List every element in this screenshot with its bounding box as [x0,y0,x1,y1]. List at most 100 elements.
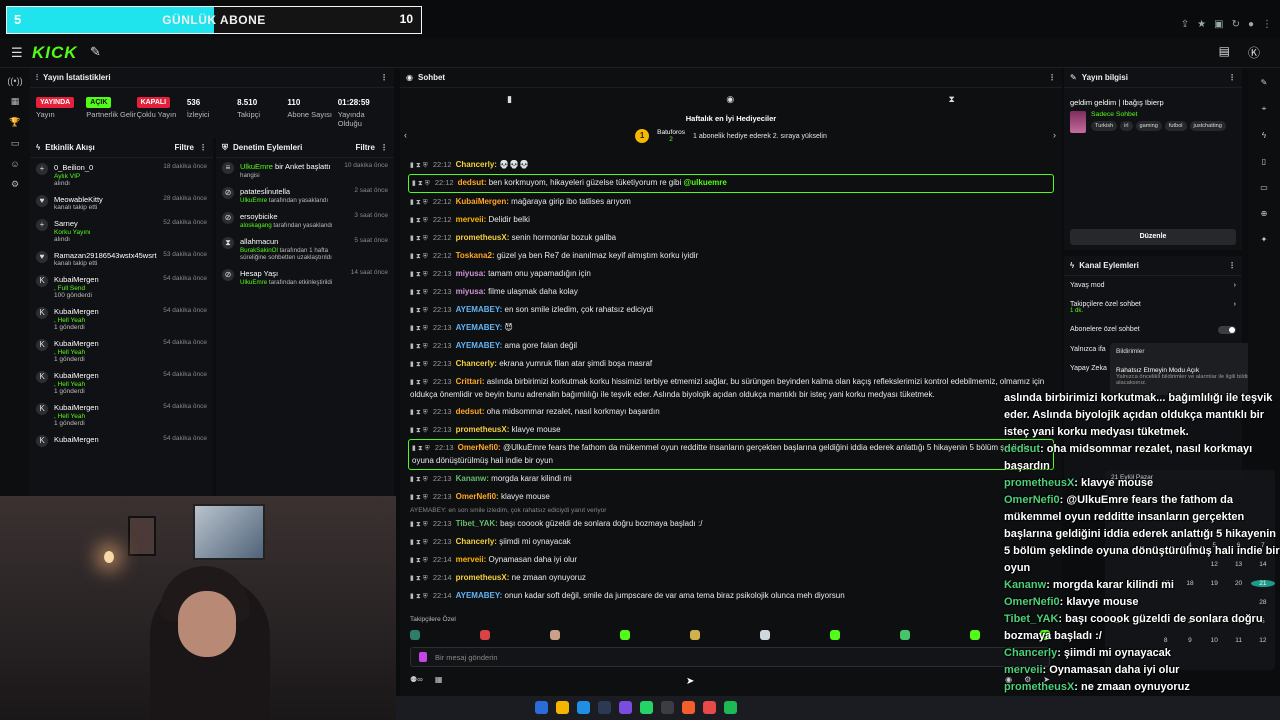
message-mod-icons[interactable]: ▮⧗⛨ [410,361,430,368]
chat-message[interactable]: ▮⧗⛨ 22:13 Tibet_YAK: başı cooook güzeldi d… [400,515,1062,533]
activity-user[interactable]: KubaiMergen [54,435,157,444]
chat-message[interactable]: ▮⧗⛨ 22:13 AYEMABEY: en son smile izledim, … [400,301,1062,319]
chat-bubble-icon[interactable]: ▭ [0,138,30,149]
message-mod-icons[interactable]: ▮⧗⛨ [410,557,430,564]
message-mod-icons[interactable]: ▮⧗⛨ [410,593,430,600]
taskbar-app-icon[interactable] [682,701,695,714]
stream-tag[interactable]: irl [1120,121,1133,131]
message-username[interactable]: Toskana2: [456,251,495,260]
taskbar-app-icon[interactable] [619,701,632,714]
chat-message[interactable]: ▮⧗⛨ 22:13 AYEMABEY: 😈 [400,319,1062,337]
moderation-user[interactable]: UlkuEmre bir Anket başlattı [240,162,338,171]
stat-badge[interactable]: YAYINDA [36,96,75,108]
activity-user[interactable]: KubaiMergen [54,339,157,348]
moderation-item[interactable]: ⊘ ersoybicike aloskagang tarafından yasakl… [216,208,394,233]
message-username[interactable]: prometheusX: [456,233,510,242]
message-username[interactable]: OmerNefi0: [458,443,501,452]
chat-message[interactable]: ▮⧗⛨ 22:14 prometheusX: ne zmaan oynuyoruz [400,569,1062,587]
message-mod-icons[interactable]: ▮⧗⛨ [410,427,430,434]
chevron-right-icon[interactable]: › [1234,282,1236,289]
message-username[interactable]: Chancerly: [456,160,497,169]
message-mod-icons[interactable]: ▮⧗⛨ [410,235,430,242]
message-username[interactable]: AYEMABEY: [456,341,503,350]
message-mod-icons[interactable]: ▮⧗⛨ [410,307,430,314]
trophy-icon[interactable]: 🏆 [0,117,30,128]
emote-icon[interactable] [690,630,700,640]
activity-item[interactable]: K KubaiMergen, Full Send 100 gönderdi 54 da… [30,270,213,302]
message-mod-icons[interactable]: ▮⧗⛨ [412,445,432,452]
chat-message[interactable]: ▮⧗⛨ 22:13 OmerNefi0: @UlkuEmre fears the f… [408,439,1054,470]
moderation-name[interactable]: Hesap Yaşı [240,269,278,278]
moderation-name[interactable]: allahmacun [240,237,278,246]
chat-message[interactable]: ▮⧗⛨ 22:12 prometheusX: senin hormonlar boz… [400,229,1062,247]
message-mod-icons[interactable]: ▮⧗⛨ [410,575,430,582]
message-username[interactable]: dedsut: [458,178,487,187]
moderation-actor[interactable]: UlkuEmre [240,197,267,204]
taskbar-app-icon[interactable] [535,701,548,714]
message-username[interactable]: miyusa: [456,287,486,296]
activity-filter-button[interactable]: Filtre [174,143,194,152]
moderation-user[interactable]: Hesap Yaşı [240,269,345,278]
stream-tag[interactable]: justchatting [1189,121,1226,131]
users-chat-icon[interactable]: ⚉∞ [410,675,423,684]
message-username[interactable]: dedsut: [456,407,485,416]
gifters-prev-icon[interactable]: ‹ [404,130,407,140]
broadcast-icon[interactable]: ((•)) [0,76,30,86]
chat-message[interactable]: ▮⧗⛨ 22:13 Chancerly: şiimdi mi oynayacak [400,533,1062,551]
emote-icon[interactable] [970,630,980,640]
activity-user[interactable]: 0_Beilion_0 [54,163,157,172]
edit-button[interactable]: Düzenle [1070,229,1236,245]
moderation-name[interactable]: ersoybicike [240,212,278,221]
chat-message[interactable]: ▮⧗⛨ 22:13 Chancerly: ekrana yumruk filan a… [400,355,1062,373]
chat-more-icon[interactable]: ⋮ [1048,73,1056,82]
stream-category[interactable]: Sadece Sohbet [1091,111,1226,118]
profile-icon[interactable]: ● [1248,19,1254,30]
moderation-item[interactable]: ⊘ Hesap Yaşı UlkuEmre tarafından etkinleşt… [216,265,394,290]
users-icon[interactable]: ☺ [0,159,30,169]
pin-icon[interactable]: ▮ [507,94,512,105]
share-icon[interactable]: ⇪ [1181,19,1189,30]
stream-tag[interactable]: Turkish [1091,121,1118,131]
message-mod-icons[interactable]: ▮⧗⛨ [410,379,430,386]
channel-more-icon[interactable]: ⋮ [1228,261,1236,270]
target-icon[interactable]: ⌖ [1248,104,1280,114]
activity-item[interactable]: K KubaiMergen, Hell Yeah 1 gönderdi 54 daki… [30,334,213,366]
taskbar-app-icon[interactable] [598,701,611,714]
stat-badge[interactable]: KAPALI [136,96,171,108]
message-mod-icons[interactable]: ▮⧗⛨ [410,539,430,546]
message-username[interactable]: AYEMABEY: [456,323,503,332]
speech-icon[interactable]: ◉ [726,94,734,105]
chat-message[interactable]: ▮⧗⛨ 22:12 Chancerly: 💀💀💀 [400,156,1062,174]
link-icon[interactable]: ⊕ [1248,209,1280,218]
message-username[interactable]: Tibet_YAK: [456,519,498,528]
activity-user[interactable]: MeowableKitty [54,195,157,204]
activity-item[interactable]: + Sarney Korku Yayını alındı 52 dakika önce [30,214,213,246]
channel-action-row[interactable]: Takipçilere özel sohbet 1 dk. › [1064,295,1242,320]
activity-item[interactable]: K KubaiMergen, Hell Yeah 1 gönderdi 54 daki… [30,366,213,398]
activity-item[interactable]: K KubaiMergen, Hell Yeah 1 gönderdi 54 daki… [30,302,213,334]
dashboard-icon[interactable]: ▦ [0,96,30,107]
moderation-item[interactable]: ≡ UlkuEmre bir Anket başlattı hangisi 10 da… [216,158,394,183]
emote-icon[interactable] [900,630,910,640]
message-mod-icons[interactable]: ▮⧗⛨ [410,289,430,296]
gifter-name[interactable]: Batuforos [657,129,685,136]
more-icon[interactable]: ⋮ [1262,19,1272,30]
taskbar-app-icon[interactable] [661,701,674,714]
message-mention[interactable]: @ulkuemre [683,178,726,187]
moderation-item[interactable]: ⧗ allahmacun BurakSakinOl tarafından 1 haf… [216,233,394,265]
moderation-user[interactable]: ersoybicike [240,212,348,221]
message-mod-icons[interactable]: ▮⧗⛨ [410,476,430,483]
message-icon[interactable]: ▭ [1248,183,1280,192]
hamburger-menu-icon[interactable]: ☰ [11,45,23,61]
message-username[interactable]: OmerNefi0: [456,492,499,501]
message-username[interactable]: prometheusX: [456,425,510,434]
message-mod-icons[interactable]: ▮⧗⛨ [410,217,430,224]
message-username[interactable]: Crittari: [456,377,485,386]
chat-message[interactable]: ▮⧗⛨ 22:13 AYEMABEY: ama gore falan değil [400,337,1062,355]
message-username[interactable]: KubaiMergen: [456,197,509,206]
activity-item[interactable]: ♥ MeowableKitty kanalı takip etti 28 dakika… [30,190,213,214]
emote-icon[interactable] [620,630,630,640]
refresh-icon[interactable]: ↻ [1232,19,1240,30]
message-mod-icons[interactable]: ▮⧗⛨ [410,199,430,206]
emote-icon[interactable] [550,630,560,640]
